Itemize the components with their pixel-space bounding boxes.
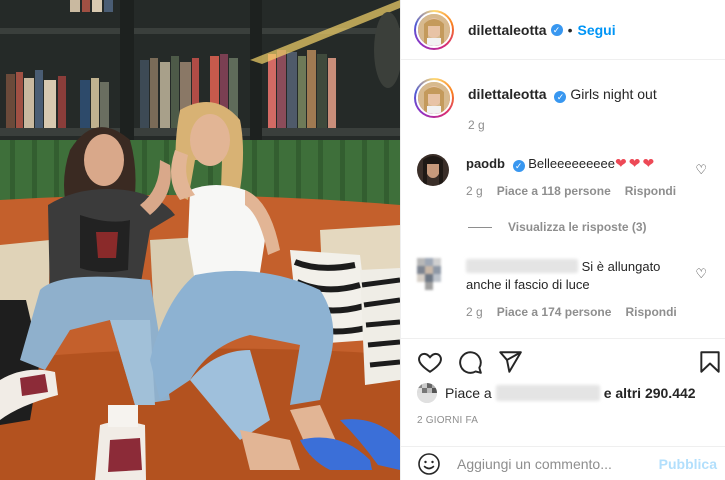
comment-meta: 2 g Piace a 174 persone Rispondi [466,303,684,321]
view-replies-label: Visualizza le risposte (3) [508,220,647,234]
bookmark-icon[interactable] [697,349,723,375]
caption-text-block: dilettaleotta ✓ Girls night out [468,78,657,118]
comment-like-heart-icon[interactable]: ♡ [695,162,707,178]
emoji-icon[interactable] [417,452,441,476]
comment-item: Si è allungato anche il fascio di luce 2… [417,258,715,321]
avatar-image [417,383,437,403]
avatar-image [418,13,450,46]
comment-username-blurred[interactable] [466,259,578,273]
likes-count[interactable]: e altri 290.442 [604,385,696,401]
commenter-avatar-blurred[interactable] [417,258,449,290]
reply-button[interactable]: Rispondi [625,182,676,200]
likes-summary[interactable]: Piace a e altri 290.442 [417,383,696,403]
comment-emoji: ❤❤❤ [615,155,657,171]
likes-prefix: Piace a [445,385,492,401]
photo-illustration [0,0,400,480]
follow-button[interactable]: Segui [577,22,615,38]
post-header: dilettaleotta ✓ • Segui [401,0,725,60]
comment-body: paodb ✓ Belleeeeeeeee❤❤❤ 2 g Piace a 118… [466,154,684,200]
caption-username[interactable]: dilettaleotta [468,86,547,102]
post-caption: dilettaleotta ✓ Girls night out [414,78,715,118]
post-date[interactable]: 2 GIORNI FA [417,415,478,426]
comment-meta: 2 g Piace a 118 persone Rispondi [466,182,684,200]
author-username[interactable]: dilettaleotta [468,22,547,38]
comment-text: Belleeeeeeeee [528,156,615,171]
comment-likes[interactable]: Piace a 118 persone [497,182,611,200]
comment-input[interactable]: Aggiungi un commento... [457,456,659,472]
share-icon[interactable] [497,349,523,375]
liker-name-blurred[interactable] [495,385,600,401]
reply-button[interactable]: Rispondi [625,303,676,321]
post-side-panel: dilettaleotta ✓ • Segui dilettaleotta ✓ … [400,0,725,480]
add-comment-bar: Aggiungi un commento... Pubblica [401,446,725,480]
verified-badge-icon: ✓ [554,91,567,103]
comment-like-heart-icon[interactable]: ♡ [695,266,707,282]
liker-avatar [417,383,437,403]
comment-time[interactable]: 2 g [466,303,483,321]
comment-icon[interactable] [457,349,483,375]
avatar-image [417,258,441,290]
separator-dot: • [567,21,573,38]
verified-badge-icon: ✓ [512,160,525,172]
verified-badge-icon: ✓ [550,23,563,36]
view-replies-link[interactable]: Visualizza le risposte (3) [468,220,647,234]
caption-avatar[interactable] [414,78,454,118]
caption-text: Girls night out [570,86,657,102]
heart-icon[interactable] [417,349,443,375]
comment-item: paodb ✓ Belleeeeeeeee❤❤❤ 2 g Piace a 118… [417,154,715,200]
commenter-avatar[interactable] [417,154,449,186]
post-photo[interactable] [0,0,400,480]
avatar-image [418,82,450,114]
comment-body: Si è allungato anche il fascio di luce 2… [466,258,684,321]
comment-likes[interactable]: Piace a 174 persone [497,303,612,321]
caption-time[interactable]: 2 g [468,118,485,132]
publish-button[interactable]: Pubblica [659,456,717,472]
comment-time[interactable]: 2 g [466,182,483,200]
replies-divider [468,226,492,228]
author-avatar[interactable] [414,9,454,50]
comment-username[interactable]: paodb [466,156,505,171]
avatar-image [417,154,449,186]
